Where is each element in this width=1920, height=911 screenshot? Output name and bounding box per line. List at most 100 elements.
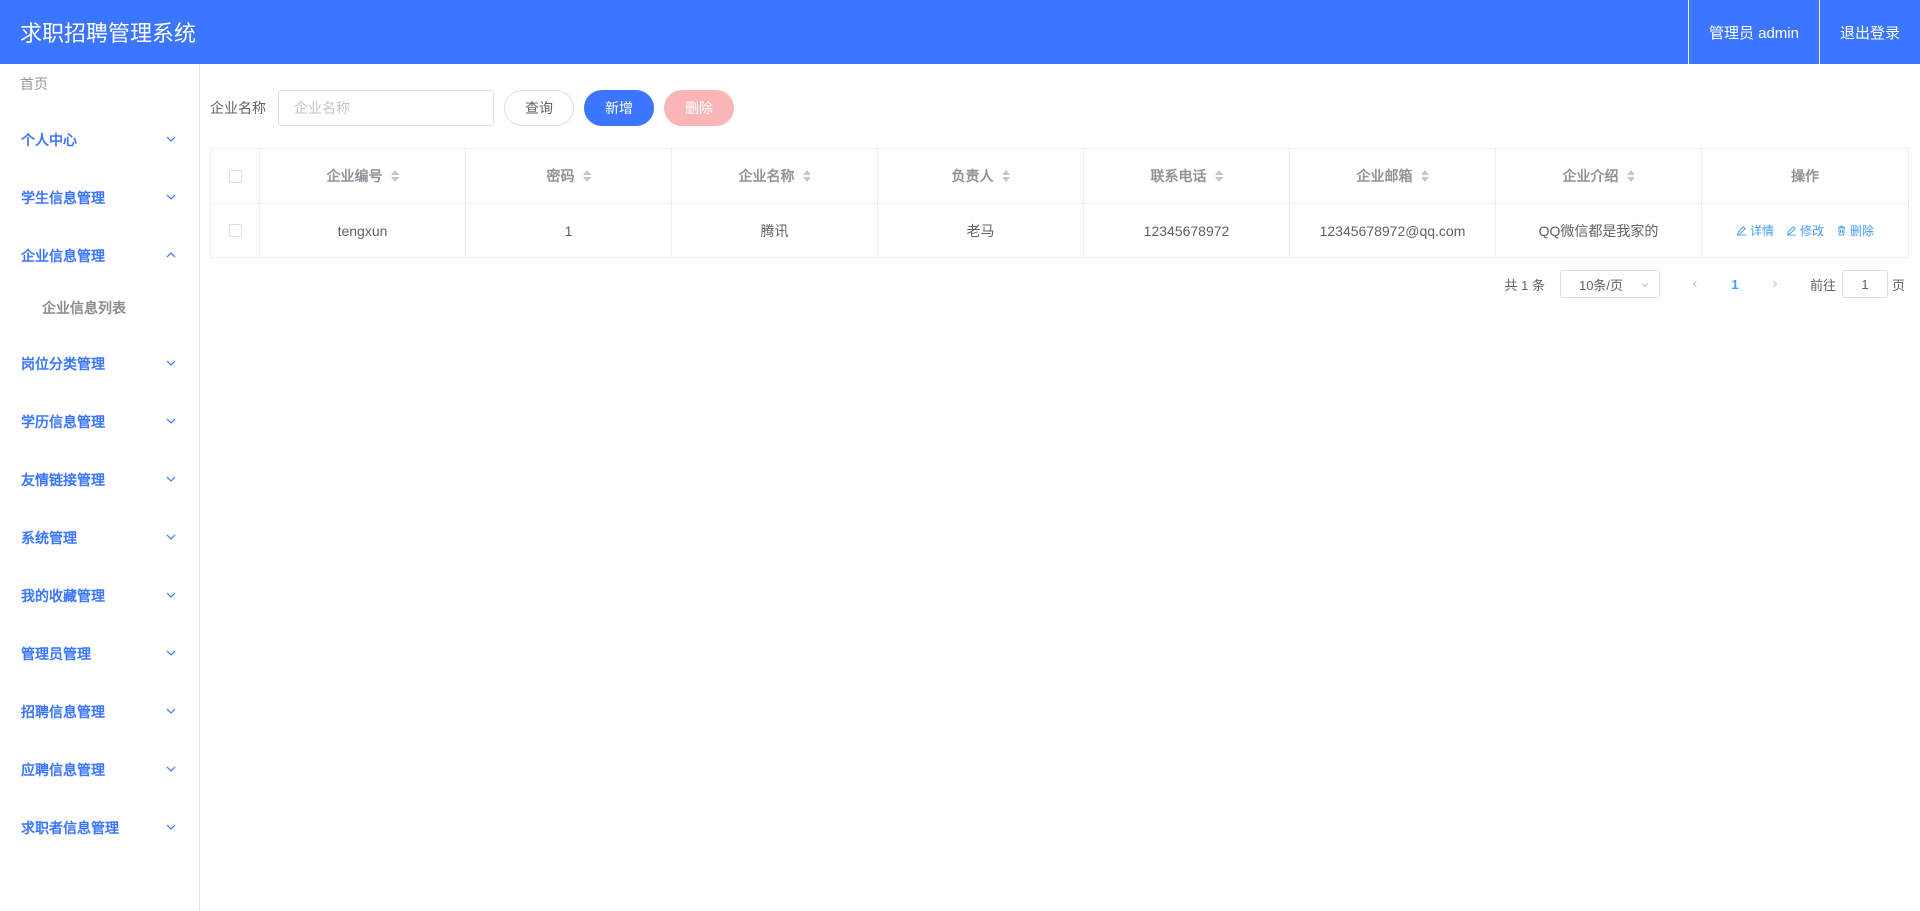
sort-icon[interactable] xyxy=(1420,170,1429,182)
chevron-down-icon xyxy=(166,824,176,830)
edit-icon xyxy=(1736,226,1747,236)
edit-link-label: 修改 xyxy=(1799,224,1824,238)
sidebar-item-label: 岗位分类管理 xyxy=(21,356,105,372)
company-table: 企业编号 密码 企业名称 负责人 联系电话 企业邮箱 企业介绍 操作 tengx… xyxy=(210,148,1909,258)
sort-icon[interactable] xyxy=(582,170,591,182)
chevron-down-icon xyxy=(166,650,176,656)
add-button[interactable]: 新增 xyxy=(584,90,654,126)
page-number-button[interactable]: 1 xyxy=(1720,270,1750,298)
chevron-down-icon xyxy=(166,360,176,366)
sidebar-item-label: 学生信息管理 xyxy=(21,190,105,206)
sort-icon[interactable] xyxy=(802,170,811,182)
chevron-right-icon xyxy=(1773,280,1778,288)
prev-page-button[interactable] xyxy=(1680,270,1710,298)
sidebar-item-friend-links[interactable]: 友情链接管理 xyxy=(0,460,199,500)
column-header[interactable]: 企业介绍 xyxy=(1496,149,1702,203)
sidebar-item-education[interactable]: 学历信息管理 xyxy=(0,402,199,442)
sidebar-item-student-info[interactable]: 学生信息管理 xyxy=(0,178,199,218)
column-header: 操作 xyxy=(1702,149,1908,203)
select-all-checkbox[interactable] xyxy=(228,169,242,183)
column-header-label: 操作 xyxy=(1791,168,1819,184)
goto-suffix: 页 xyxy=(1891,277,1905,293)
goto-prefix: 前往 xyxy=(1809,277,1836,293)
sidebar-item-label: 学历信息管理 xyxy=(21,414,105,430)
goto-page-input[interactable] xyxy=(1841,270,1888,298)
sort-icon[interactable] xyxy=(390,170,399,182)
chevron-down-icon xyxy=(166,708,176,714)
chevron-down-icon xyxy=(166,766,176,772)
logout-button[interactable]: 退出登录 xyxy=(1818,0,1920,64)
column-header[interactable]: 负责人 xyxy=(878,149,1084,203)
sidebar: 首页 个人中心 学生信息管理 企业信息管理 企业信息列表 岗位分类管理 学历信息… xyxy=(0,64,200,911)
pagination: 共 1 条 10条/页 1 前往 页 xyxy=(1504,270,1905,298)
table-row: tengxun 1 腾讯 老马 12345678972 12345678972@… xyxy=(211,204,1908,257)
table-cell: 12345678972@qq.com xyxy=(1290,204,1496,257)
sort-icon[interactable] xyxy=(1214,170,1223,182)
sidebar-item-label: 企业信息管理 xyxy=(21,248,105,264)
search-bar: 企业名称 查询 新增 删除 xyxy=(210,90,734,126)
row-checkbox-cell xyxy=(211,204,260,257)
delete-link-label: 删除 xyxy=(1850,224,1875,238)
pagination-total: 共 1 条 xyxy=(1504,277,1545,293)
sidebar-item-job-category[interactable]: 岗位分类管理 xyxy=(0,344,199,384)
sidebar-item-label: 系统管理 xyxy=(21,530,77,546)
sidebar-item-label: 应聘信息管理 xyxy=(21,762,105,778)
column-header[interactable]: 企业名称 xyxy=(672,149,878,203)
chevron-down-icon xyxy=(166,136,176,142)
chevron-down-icon xyxy=(166,534,176,540)
column-header[interactable]: 联系电话 xyxy=(1084,149,1290,203)
sidebar-item-label: 招聘信息管理 xyxy=(21,704,105,720)
chevron-left-icon xyxy=(1692,280,1697,288)
column-header[interactable]: 企业邮箱 xyxy=(1290,149,1496,203)
column-header-label: 联系电话 xyxy=(1150,168,1207,184)
column-header-label: 企业邮箱 xyxy=(1356,168,1413,184)
sidebar-item-system[interactable]: 系统管理 xyxy=(0,518,199,558)
column-header-label: 企业编号 xyxy=(326,168,383,184)
sidebar-item-recruitment[interactable]: 招聘信息管理 xyxy=(0,692,199,732)
column-header-label: 企业名称 xyxy=(738,168,795,184)
delete-link[interactable]: 删除 xyxy=(1836,222,1874,239)
header-checkbox-cell xyxy=(211,149,260,203)
row-checkbox[interactable] xyxy=(228,224,242,237)
edit-icon xyxy=(1786,226,1797,236)
chevron-up-icon xyxy=(166,252,176,258)
table-cell: 1 xyxy=(466,204,672,257)
table-cell: tengxun xyxy=(260,204,466,257)
table-cell: 腾讯 xyxy=(672,204,878,257)
sidebar-item-company-info[interactable]: 企业信息管理 xyxy=(0,236,199,276)
detail-link[interactable]: 详情 xyxy=(1736,222,1774,239)
page-jumper: 前往 页 xyxy=(1810,270,1905,298)
app-title: 求职招聘管理系统 xyxy=(20,21,197,46)
sidebar-item-personal-center[interactable]: 个人中心 xyxy=(0,120,199,160)
query-button[interactable]: 查询 xyxy=(504,90,574,126)
top-bar: 求职招聘管理系统 管理员 admin 退出登录 xyxy=(0,0,1920,64)
admin-user-label[interactable]: 管理员 admin xyxy=(1687,0,1819,64)
edit-link[interactable]: 修改 xyxy=(1786,222,1824,239)
column-header[interactable]: 密码 xyxy=(466,149,672,203)
column-header[interactable]: 企业编号 xyxy=(260,149,466,203)
table-cell: QQ微信都是我家的 xyxy=(1496,204,1702,257)
sidebar-home-link[interactable]: 首页 xyxy=(20,74,48,94)
sidebar-item-label: 个人中心 xyxy=(21,132,77,148)
sort-icon[interactable] xyxy=(1001,170,1010,182)
chevron-down-icon xyxy=(166,476,176,482)
sidebar-item-applications[interactable]: 应聘信息管理 xyxy=(0,750,199,790)
sort-icon[interactable] xyxy=(1626,170,1635,182)
next-page-button[interactable] xyxy=(1760,270,1790,298)
column-header-label: 企业介绍 xyxy=(1562,168,1619,184)
main-content: 企业名称 查询 新增 删除 企业编号 密码 企业名称 负责人 xyxy=(200,64,1920,911)
sidebar-item-job-seekers[interactable]: 求职者信息管理 xyxy=(0,808,199,848)
search-label: 企业名称 xyxy=(210,100,266,116)
table-header-row: 企业编号 密码 企业名称 负责人 联系电话 企业邮箱 企业介绍 操作 xyxy=(211,149,1908,204)
chevron-down-icon xyxy=(166,418,176,424)
chevron-down-icon xyxy=(166,592,176,598)
column-header-label: 密码 xyxy=(546,168,575,184)
company-name-search-input[interactable] xyxy=(278,90,494,126)
detail-link-label: 详情 xyxy=(1749,224,1774,238)
page-size-select[interactable]: 10条/页 xyxy=(1559,270,1660,298)
sidebar-item-admins[interactable]: 管理员管理 xyxy=(0,634,199,674)
sidebar-item-favorites[interactable]: 我的收藏管理 xyxy=(0,576,199,616)
sidebar-subitem-company-list[interactable]: 企业信息列表 xyxy=(0,288,199,328)
trash-icon xyxy=(1837,225,1846,236)
batch-delete-button[interactable]: 删除 xyxy=(664,90,734,126)
